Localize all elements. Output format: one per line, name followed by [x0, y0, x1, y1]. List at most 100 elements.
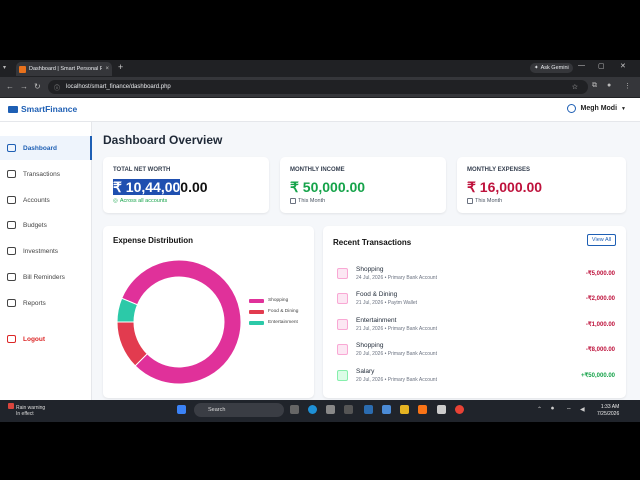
- app-icon[interactable]: [382, 405, 391, 414]
- weather-widget[interactable]: Rain warning In effect: [8, 403, 45, 417]
- chrome-icon[interactable]: [455, 405, 464, 414]
- logout-label: Logout: [23, 335, 46, 343]
- transaction-receipt-icon: [337, 344, 348, 355]
- store-icon[interactable]: [326, 405, 335, 414]
- chart-line-icon: [7, 247, 16, 255]
- microphone-icon[interactable]: ⏺: [551, 406, 554, 413]
- xampp-icon[interactable]: [418, 405, 427, 414]
- transaction-amount: -₹2,000.00: [585, 296, 615, 302]
- notepad-icon[interactable]: [437, 405, 446, 414]
- transaction-row[interactable]: Food & Dining 21 Jul, 2026 • Paytm Wallet…: [337, 288, 615, 310]
- ask-gemini-button[interactable]: ✦ Ask Gemini: [530, 63, 573, 73]
- transaction-receipt-icon: [337, 369, 348, 381]
- system-clock[interactable]: 1:33 AM 7/25/2026: [597, 404, 619, 417]
- transaction-details: Shopping 20 Jul, 2026 • Primary Bank Acco…: [356, 342, 578, 357]
- start-menu-icon[interactable]: [177, 405, 186, 414]
- transaction-amount: -₹5,000.00: [585, 270, 615, 277]
- transaction-row[interactable]: Entertainment 21 Jul, 2026 • Primary Bank…: [337, 313, 615, 335]
- shield-check-icon: ◎: [113, 198, 118, 204]
- close-tab-icon[interactable]: ×: [105, 66, 109, 72]
- file-explorer-icon[interactable]: [400, 405, 409, 414]
- expense-chart-title: Expense Distribution: [113, 236, 194, 245]
- ask-gemini-label: Ask Gemini: [540, 65, 569, 71]
- sidebar-item-bill-reminders[interactable]: Bill Reminders: [0, 265, 92, 289]
- expenses-value: ₹ 16,000.00: [467, 179, 543, 195]
- legend-item[interactable]: Entertainment: [249, 317, 298, 328]
- doughnut-slice-shopping[interactable]: [121, 259, 242, 385]
- taskbar-search[interactable]: Search: [194, 403, 284, 417]
- brand-logo[interactable]: SmartFinance: [8, 104, 77, 114]
- sidebar-item-transactions[interactable]: Transactions: [0, 162, 92, 186]
- expenses-sub-text: This Month: [475, 198, 503, 204]
- main-content: Dashboard Overview TOTAL NET WORTH ₹ 10,…: [92, 122, 640, 400]
- transaction-row[interactable]: Shopping 20 Jul, 2026 • Primary Bank Acco…: [337, 339, 615, 361]
- recent-transactions-title: Recent Transactions: [333, 238, 412, 247]
- search-label: Search: [208, 407, 226, 413]
- sidebar-item-investments[interactable]: Investments: [0, 239, 92, 263]
- tab-search-icon[interactable]: ▾: [3, 64, 6, 71]
- bookmark-star-icon[interactable]: ☆: [572, 83, 578, 91]
- transaction-name: Shopping: [356, 342, 384, 349]
- close-window-icon[interactable]: ✕: [620, 62, 626, 70]
- transaction-row[interactable]: Shopping 24 Jul, 2026 • Primary Bank Acco…: [337, 262, 615, 284]
- bank-icon: [7, 196, 16, 204]
- address-bar[interactable]: ⓘ localhost/smart_finance/dashboard.php …: [48, 80, 588, 94]
- profile-icon[interactable]: ●: [607, 82, 611, 89]
- favicon-icon: [19, 65, 26, 73]
- transaction-row[interactable]: Salary 20 Jul, 2026 • Primary Bank Accoun…: [337, 364, 615, 386]
- browser-menu-icon[interactable]: ⋮: [624, 82, 631, 90]
- view-all-button[interactable]: View All: [587, 234, 616, 246]
- wallet-icon: [7, 221, 16, 229]
- transaction-meta: 20 Jul, 2026 • Primary Bank Account: [356, 376, 437, 383]
- net-worth-value-selected: ₹ 10,44,00: [113, 179, 181, 195]
- transaction-name: Entertainment: [356, 316, 397, 324]
- gauge-icon: [7, 144, 16, 152]
- browser-chrome: ▾ Dashboard | Smart Personal Fi × + ✦ As…: [0, 60, 640, 98]
- chart-legend: Shopping Food & Dining Entertainment: [249, 295, 298, 328]
- expenses-label: MONTHLY EXPENSES: [467, 167, 531, 173]
- vscode-icon[interactable]: [364, 405, 373, 414]
- edge-icon[interactable]: [308, 405, 317, 414]
- sidebar-item-label: Bill Reminders: [23, 273, 65, 281]
- sidebar-item-budgets[interactable]: Budgets: [0, 213, 92, 237]
- legend-item[interactable]: Shopping: [249, 295, 298, 306]
- legend-item[interactable]: Food & Dining: [249, 306, 298, 317]
- minimize-icon[interactable]: —: [578, 62, 585, 69]
- sidebar-item-accounts[interactable]: Accounts: [0, 188, 92, 212]
- transaction-meta: 24 Jul, 2026 • Primary Bank Account: [356, 274, 437, 281]
- user-menu[interactable]: Megh Modi ▼: [567, 104, 626, 113]
- receipt-icon: [7, 273, 16, 281]
- sidebar-item-dashboard[interactable]: Dashboard: [0, 136, 92, 160]
- extensions-icon[interactable]: ⧉: [592, 82, 597, 90]
- url-text: localhost/smart_finance/dashboard.php: [66, 84, 171, 90]
- tray-arrow-icon[interactable]: ⌃: [537, 406, 542, 413]
- task-view-icon[interactable]: [290, 405, 299, 414]
- site-info-icon[interactable]: ⓘ: [54, 83, 60, 92]
- caret-down-icon: ▼: [621, 105, 626, 112]
- browser-tab[interactable]: Dashboard | Smart Personal Fi ×: [16, 62, 112, 76]
- screen-top-letterbox: [0, 0, 640, 60]
- new-tab-button[interactable]: +: [118, 62, 123, 72]
- sidebar-item-reports[interactable]: Reports: [0, 291, 92, 315]
- sidebar-item-label: Transactions: [23, 170, 60, 178]
- transaction-receipt-icon: [337, 267, 348, 279]
- volume-icon[interactable]: ◀: [580, 406, 585, 413]
- transaction-name: Food & Dining: [356, 291, 398, 298]
- net-worth-card: TOTAL NET WORTH ₹ 10,44,000.00 ◎ Across a…: [103, 157, 269, 213]
- reload-icon[interactable]: ↻: [34, 82, 41, 91]
- settings-icon[interactable]: [344, 405, 353, 414]
- forward-icon[interactable]: →: [20, 82, 28, 91]
- maximize-icon[interactable]: ▢: [598, 62, 605, 70]
- sidebar-item-label: Budgets: [23, 221, 47, 229]
- net-worth-value: ₹ 10,44,000.00: [113, 179, 208, 196]
- transaction-meta: 20 Jul, 2026 • Primary Bank Account: [356, 351, 437, 357]
- transaction-amount: -₹1,000.00: [585, 321, 615, 328]
- legend-swatch: [249, 320, 264, 325]
- logout-button[interactable]: Logout: [0, 327, 92, 351]
- back-icon[interactable]: ←: [6, 82, 14, 91]
- tab-strip: ▾ Dashboard | Smart Personal Fi × + ✦ As…: [0, 60, 640, 76]
- screen-bottom-letterbox: [0, 422, 640, 480]
- wifi-icon[interactable]: ⌔: [566, 406, 572, 414]
- transaction-receipt-icon: [337, 293, 348, 304]
- net-worth-sub-text: Across all accounts: [119, 198, 168, 204]
